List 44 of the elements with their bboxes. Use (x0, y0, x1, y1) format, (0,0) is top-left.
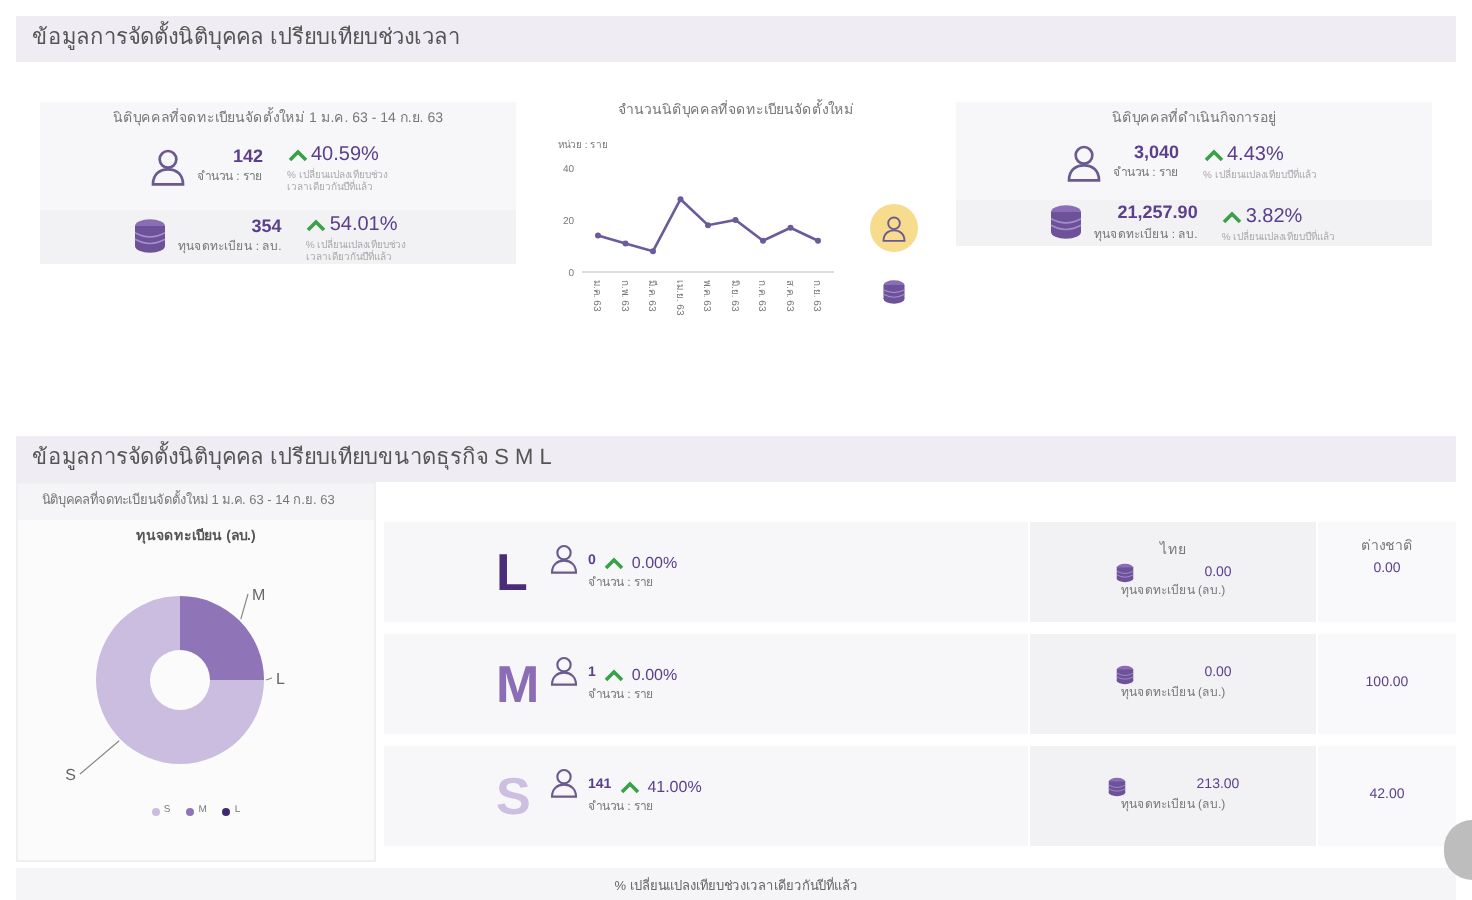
size-letter: S (496, 763, 533, 829)
coin-stack-icon (880, 277, 908, 305)
size-letter: L (496, 539, 530, 605)
change-percent: 54.01% (329, 211, 398, 237)
stat-value: 21,257.90 (1117, 200, 1198, 226)
legend-label: L (276, 670, 286, 689)
coin-stack-icon (1046, 202, 1087, 243)
coin-stack-icon (1114, 562, 1137, 585)
data-point (815, 236, 821, 243)
size-letter: M (496, 651, 540, 717)
person-icon (548, 542, 580, 574)
data-point (595, 231, 601, 238)
chart-toggle-button[interactable] (870, 203, 918, 251)
data-point (622, 239, 629, 246)
change-percent: 0.00% (631, 663, 678, 687)
coin-stack-icon (1114, 664, 1137, 686)
stat-value: 3,040 (1133, 139, 1179, 165)
person-icon (548, 654, 580, 686)
person-icon (880, 213, 908, 241)
slice-label: M (252, 586, 266, 605)
person-icon (548, 766, 580, 798)
slice-label: M (240, 586, 266, 621)
coin-stack-icon (1106, 776, 1129, 798)
person-icon (1064, 141, 1105, 182)
data-point (650, 247, 656, 254)
slice-label: S (65, 740, 120, 785)
slice-label: L (265, 670, 285, 689)
coin-stack-icon (130, 216, 171, 256)
section-title: ข้อมูลการจัดตั้งนิติบุคคล เปรียบเทียบช่วงเวลา (32, 22, 461, 56)
data-point (787, 223, 794, 230)
change-percent: 3.82% (1245, 203, 1303, 229)
data-point (677, 195, 684, 202)
change-percent: 41.00% (647, 775, 702, 799)
person-icon (148, 146, 189, 186)
change-percent: 40.59% (311, 141, 379, 167)
data-point (732, 216, 739, 222)
stat-value: 142 (232, 143, 263, 170)
change-percent: 4.43% (1227, 142, 1284, 167)
stat-value: 354 (251, 213, 282, 239)
data-point (760, 236, 766, 243)
change-percent: 0.00% (631, 551, 678, 575)
data-point (705, 221, 711, 228)
section-title: ข้อมูลการจัดตั้งนิติบุคคล เปรียบเทียบขนาดธุรกิจ S M L (32, 442, 552, 476)
slice-label: S (65, 766, 76, 785)
